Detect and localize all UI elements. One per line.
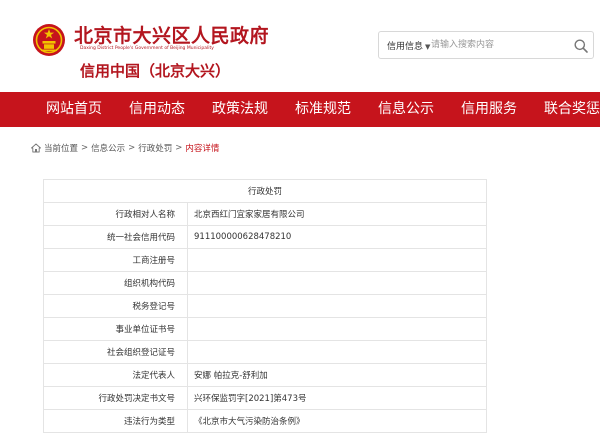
row-label: 统一社会信用代码 bbox=[43, 225, 188, 249]
nav-item-home[interactable]: 网站首页 bbox=[46, 92, 102, 127]
nav-item-standards[interactable]: 标准规范 bbox=[295, 92, 351, 127]
row-label: 行政相对人名称 bbox=[43, 202, 188, 226]
table-row: 工商注册号 bbox=[43, 248, 487, 272]
row-label: 事业单位证书号 bbox=[43, 317, 188, 341]
nav-item-joint-rewards[interactable]: 联合奖惩 bbox=[544, 92, 600, 127]
credit-title[interactable]: 信用中国（北京大兴） bbox=[80, 60, 230, 81]
row-value bbox=[187, 294, 487, 318]
nav-item-policies[interactable]: 政策法规 bbox=[212, 92, 268, 127]
nav-item-public-info[interactable]: 信息公示 bbox=[378, 92, 434, 127]
table-row: 社会组织登记证号 bbox=[43, 340, 487, 364]
search-input[interactable] bbox=[431, 37, 561, 53]
table-row: 行政相对人名称 北京西红门宜家家居有限公司 bbox=[43, 202, 487, 226]
row-label: 行政处罚决定书文号 bbox=[43, 386, 188, 410]
table-row: 事业单位证书号 bbox=[43, 317, 487, 341]
search-icon[interactable] bbox=[573, 38, 589, 54]
table-row: 组织机构代码 bbox=[43, 271, 487, 295]
row-value: 安娜 帕拉克-舒利加 bbox=[187, 363, 487, 387]
table-row: 统一社会信用代码 911100000628478210 bbox=[43, 225, 487, 249]
row-label: 违法行为类型 bbox=[43, 409, 188, 433]
breadcrumb-separator: > bbox=[175, 143, 183, 153]
main-nav: 网站首页 信用动态 政策法规 标准规范 信息公示 信用服务 联合奖惩 bbox=[0, 92, 600, 127]
nav-item-credit-news[interactable]: 信用动态 bbox=[129, 92, 185, 127]
national-emblem-icon bbox=[33, 24, 65, 56]
site-subtitle: Daxing District People's Government of B… bbox=[80, 46, 214, 51]
row-label: 组织机构代码 bbox=[43, 271, 188, 295]
breadcrumb-penalties[interactable]: 行政处罚 bbox=[138, 142, 172, 154]
table-row: 税务登记号 bbox=[43, 294, 487, 318]
penalty-detail-table: 行政处罚 行政相对人名称 北京西红门宜家家居有限公司 统一社会信用代码 9111… bbox=[43, 179, 487, 433]
site-title: 北京市大兴区人民政府 bbox=[74, 25, 270, 47]
row-value bbox=[187, 317, 487, 341]
row-value bbox=[187, 248, 487, 272]
breadcrumb-separator: > bbox=[81, 143, 89, 153]
row-label: 社会组织登记证号 bbox=[43, 340, 188, 364]
breadcrumb-current: 内容详情 bbox=[185, 144, 220, 154]
home-icon bbox=[31, 143, 41, 153]
row-value: 911100000628478210 bbox=[187, 225, 487, 249]
breadcrumb-location-label: 当前位置 bbox=[44, 144, 79, 154]
row-value bbox=[187, 271, 487, 295]
search-box: 信用信息 ▼ bbox=[378, 31, 594, 59]
row-value: 兴环保监罚字[2021]第473号 bbox=[187, 386, 487, 410]
table-caption: 行政处罚 bbox=[43, 179, 487, 203]
breadcrumb-public-info[interactable]: 信息公示 bbox=[91, 142, 125, 154]
row-label: 法定代表人 bbox=[43, 363, 188, 387]
row-value bbox=[187, 340, 487, 364]
table-row: 行政处罚决定书文号 兴环保监罚字[2021]第473号 bbox=[43, 386, 487, 410]
nav-item-credit-services[interactable]: 信用服务 bbox=[461, 92, 517, 127]
table-caption-row: 行政处罚 bbox=[43, 179, 487, 203]
search-category-label: 信用信息 bbox=[387, 42, 424, 52]
search-category-select[interactable]: 信用信息 ▼ bbox=[387, 39, 430, 52]
row-label: 税务登记号 bbox=[43, 294, 188, 318]
row-value: 北京西红门宜家家居有限公司 bbox=[187, 202, 487, 226]
table-row: 违法行为类型 《北京市大气污染防治条例》 bbox=[43, 409, 487, 433]
breadcrumb-separator: > bbox=[128, 143, 136, 153]
site-header: 北京市大兴区人民政府 Daxing District People's Gove… bbox=[0, 0, 600, 92]
table-row: 法定代表人 安娜 帕拉克-舒利加 bbox=[43, 363, 487, 387]
row-label: 工商注册号 bbox=[43, 248, 188, 272]
breadcrumb: 当前位置 > 信息公示 > 行政处罚 > 内容详情 bbox=[31, 141, 219, 155]
row-value: 《北京市大气污染防治条例》 bbox=[187, 409, 487, 433]
chevron-down-icon: ▼ bbox=[425, 43, 431, 51]
